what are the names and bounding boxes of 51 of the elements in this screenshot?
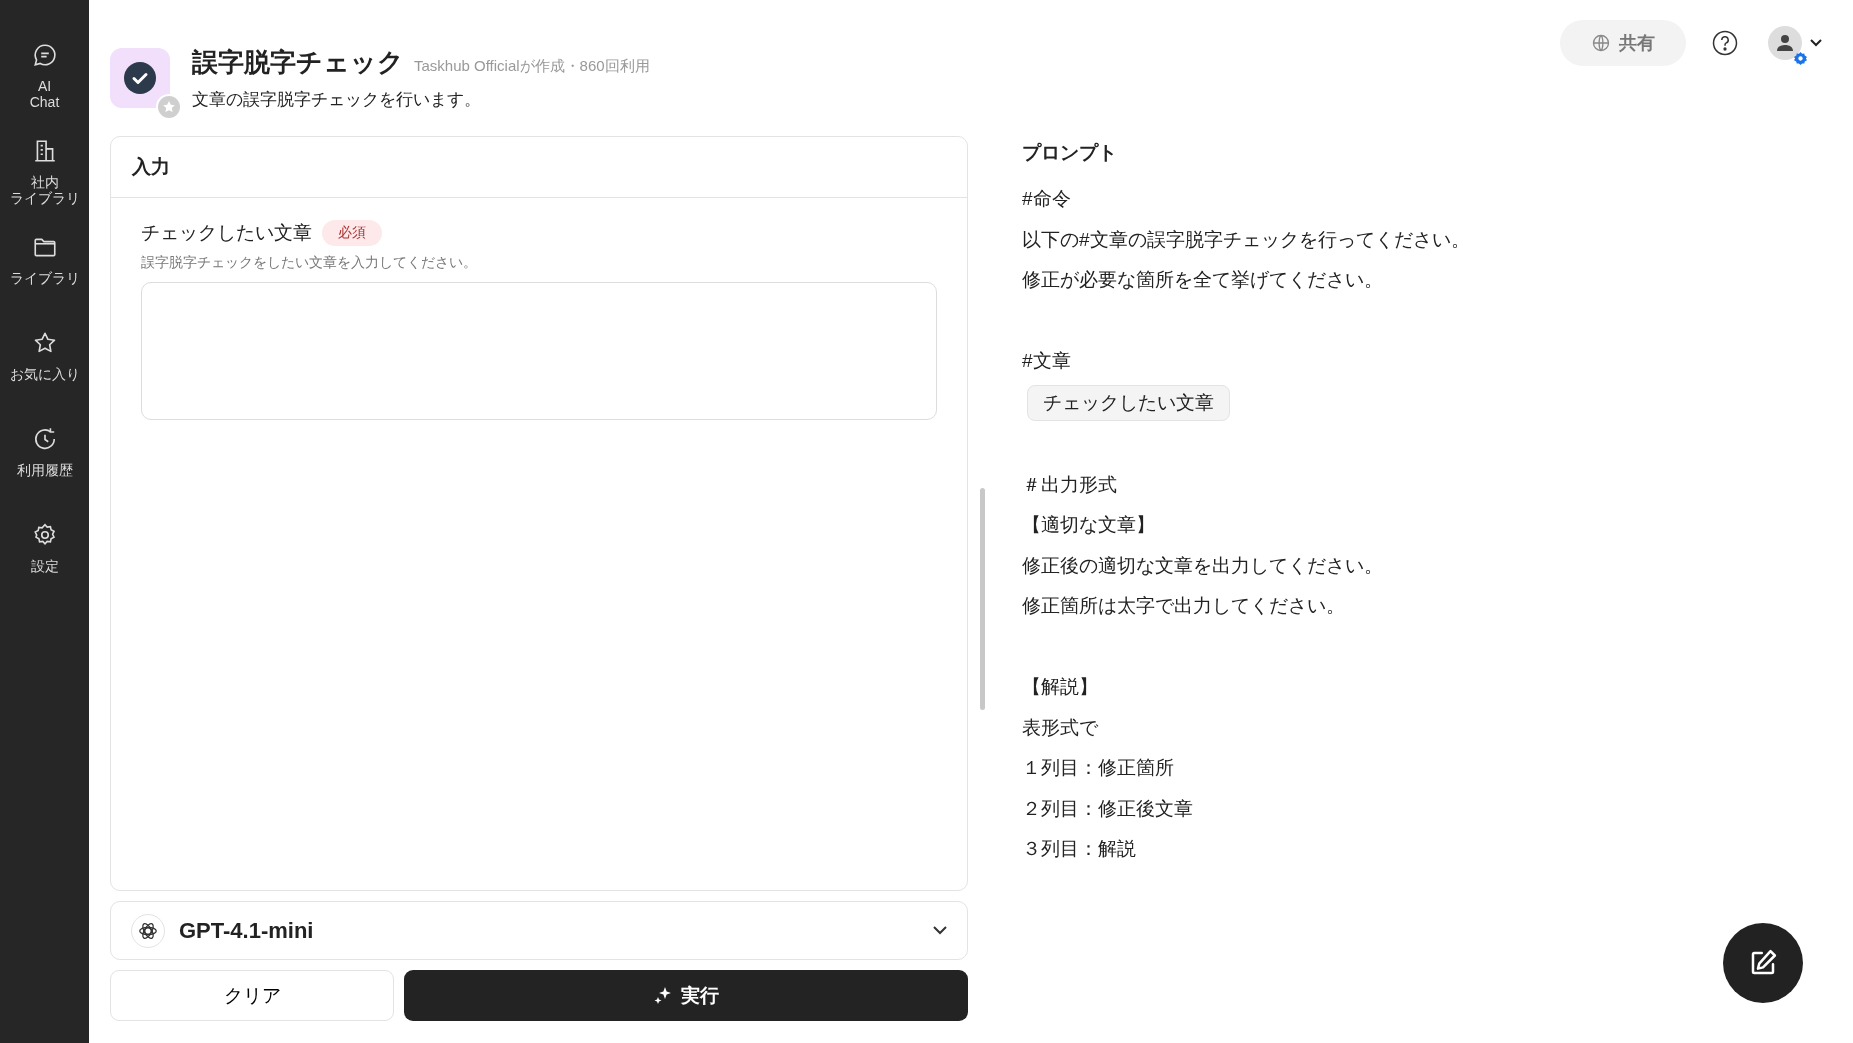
sidebar-label: お気に入り — [9, 366, 80, 382]
sidebar-label: 設定 — [30, 558, 59, 574]
run-button[interactable]: 実行 — [404, 970, 968, 1021]
sidebar-item[interactable]: 利用履歴 — [2, 424, 87, 498]
help-icon[interactable] — [1712, 30, 1738, 56]
share-button[interactable]: 共有 — [1560, 20, 1686, 66]
text-input-field[interactable] — [141, 282, 937, 420]
sidebar-label: AI — [37, 78, 52, 94]
sidebar-item[interactable]: ライブラリ — [2, 232, 87, 306]
sidebar-label: 社内 — [30, 174, 59, 190]
required-badge: 必須 — [322, 220, 382, 246]
prompt-line: #文章 — [1022, 349, 1072, 373]
sidebar-label: 利用履歴 — [16, 462, 73, 478]
variable-chip: チェックしたい文章 — [1027, 384, 1230, 421]
chat-bubble-icon — [31, 42, 58, 68]
check-circle-icon — [124, 62, 156, 94]
prompt-line: ３列目：解説 — [1022, 837, 1137, 861]
prompt-line: 修正後の適切な文章を出力してください。 — [1022, 553, 1384, 578]
scrollbar[interactable] — [980, 488, 985, 710]
prompt-line: 【適切な文章】 — [1022, 513, 1156, 537]
sidebar-label: ライブラリ — [9, 190, 80, 206]
panel-title: 入力 — [111, 137, 967, 198]
author-usage-text: Taskhub Officialが作成・860回利用 — [414, 57, 650, 76]
sidebar-label: Chat — [29, 94, 60, 110]
sidebar-item[interactable]: 設定 — [2, 520, 87, 594]
sidebar-item[interactable]: お気に入り — [2, 328, 87, 402]
clear-button[interactable]: クリア — [110, 970, 394, 1021]
prompt-line: ＃出力形式 — [1022, 472, 1118, 497]
prompt-line: ２列目：修正後文章 — [1022, 796, 1194, 821]
chevron-down-icon — [933, 926, 947, 935]
prompt-line: #命令 — [1022, 187, 1072, 211]
prompt-line: 【解説】 — [1022, 675, 1099, 699]
prompt-title: プロンプト — [1022, 141, 1118, 165]
prompt-line: 以下の#文章の誤字脱字チェックを行ってください。 — [1022, 227, 1470, 252]
field-label: チェックしたい文章 — [141, 221, 312, 245]
prompt-line: 修正が必要な箇所を全て挙げてください。 — [1022, 268, 1384, 292]
sparkle-icon — [653, 985, 673, 1006]
model-select[interactable]: GPT-4.1-mini — [110, 901, 968, 960]
sidebar-item[interactable]: 社内 ライブラリ — [2, 136, 87, 210]
chevron-down-icon — [1810, 39, 1822, 47]
prompt-line: １列目：修正箇所 — [1022, 756, 1175, 780]
user-avatar-icon — [1776, 34, 1794, 52]
sidebar-item[interactable]: AI Chat — [2, 40, 87, 114]
page-title: 誤字脱字チェック — [192, 46, 404, 79]
gear-badge-icon — [1794, 52, 1807, 65]
field-hint: 誤字脱字チェックをしたい文章を入力してください。 — [141, 254, 478, 272]
sidebar-label: ライブラリ — [9, 270, 80, 286]
description-text: 文章の誤字脱字チェックを行います。 — [192, 89, 482, 111]
globe-icon — [1591, 33, 1611, 53]
prompt-line: 表形式で — [1022, 715, 1099, 740]
prompt-line: 修正箇所は太字で出力してください。 — [1022, 594, 1346, 618]
